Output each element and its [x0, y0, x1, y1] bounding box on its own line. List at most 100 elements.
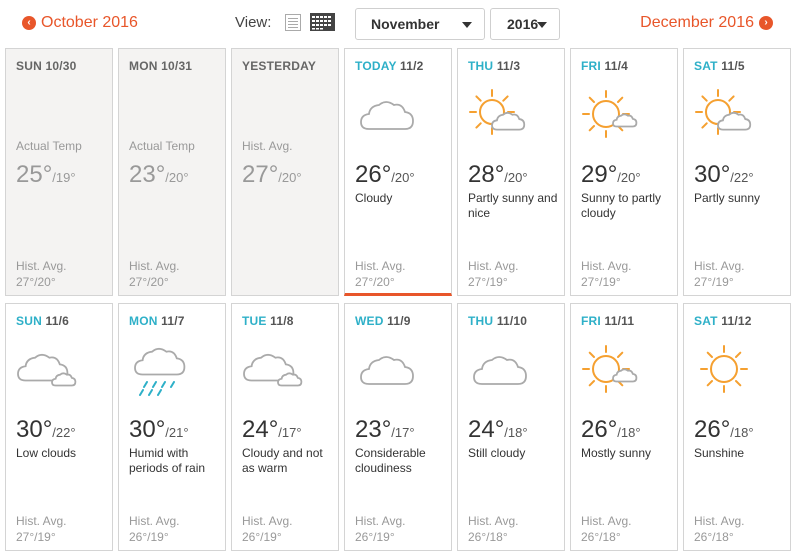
previous-month-link[interactable]: ‹ October 2016	[22, 14, 138, 32]
day-date: 11/3	[496, 59, 521, 73]
high-temp: 25°	[16, 161, 53, 188]
low-temp: /21°	[165, 425, 189, 440]
list-view-icon[interactable]	[285, 14, 301, 31]
low-temp: /20°	[278, 170, 302, 185]
hist-avg-value: 26°/18°	[694, 530, 734, 544]
day-card[interactable]: THU 11/3 28°/20° Partly sunny and nice Hist…	[457, 48, 565, 296]
day-date: 10/30	[45, 59, 77, 73]
day-card[interactable]: SAT 11/5 30°/22° Partly sunny Hist. Avg. 27°…	[683, 48, 791, 296]
condition-text: Sunshine	[694, 446, 745, 460]
previous-month-label: October 2016	[41, 14, 138, 31]
condition-text: Cloudy	[355, 191, 393, 205]
hist-avg-label: Hist. Avg.	[242, 514, 293, 528]
low-temp: /17°	[391, 425, 415, 440]
day-date: 11/8	[270, 314, 294, 328]
year-select[interactable]: 2016	[490, 8, 560, 40]
temperatures: 25°/19°	[16, 161, 76, 189]
hist-avg-label: Hist. Avg.	[581, 514, 632, 528]
hist-avg-label: Hist. Avg.	[129, 514, 180, 528]
condition-text: Still cloudy	[468, 446, 526, 460]
low-temp: /17°	[278, 425, 302, 440]
temperatures: 23°/17°	[355, 416, 415, 444]
cloud-icon	[360, 101, 414, 130]
condition-text: Partly sunny and nice	[468, 191, 558, 220]
day-card[interactable]: YESTERDAY Hist. Avg. 27°/20°	[231, 48, 339, 296]
condition-text: Sunny to partly cloudy	[581, 191, 662, 220]
day-card[interactable]: SUN 10/30 Actual Temp 25°/19° Hist. Avg. 27°…	[5, 48, 113, 296]
day-name: MON	[129, 314, 158, 328]
temperatures: 27°/20°	[242, 161, 302, 189]
day-card[interactable]: THU 11/10 24°/18° Still cloudy Hist. Avg. 26…	[457, 303, 565, 551]
cloud-icon	[473, 356, 527, 385]
day-label: THU 11/10	[468, 314, 527, 328]
low-temp: /18°	[504, 425, 528, 440]
day-card[interactable]: TUE 11/8 24°/17° Cloudy and not as warm His…	[231, 303, 339, 551]
day-name: THU	[468, 314, 494, 328]
day-name: THU	[468, 59, 494, 73]
high-temp: 24°	[468, 416, 505, 443]
hist-avg-label: Hist. Avg.	[355, 514, 406, 528]
day-card[interactable]: SAT 11/12 26°/18° Sunshine Hist. Avg. 26°/18…	[683, 303, 791, 551]
day-name: YESTERDAY	[242, 59, 317, 73]
hist-avg-label: Hist. Avg.	[16, 514, 67, 528]
day-card[interactable]: WED 11/9 23°/17° Considerable cloudiness Hi…	[344, 303, 452, 551]
clouds-icon	[17, 353, 77, 387]
calendar-view-icon[interactable]	[310, 13, 335, 31]
hist-avg-label: Hist. Avg.	[355, 259, 406, 273]
high-temp: 30°	[694, 161, 731, 188]
day-card[interactable]: FRI 11/11 26°/18° Mostly sunny Hist. Avg. 26…	[570, 303, 678, 551]
hist-avg-label: Hist. Avg.	[694, 514, 745, 528]
sun-cloud-icon	[469, 89, 526, 135]
temp-type-label: Hist. Avg.	[242, 139, 293, 153]
temperatures: 26°/18°	[581, 416, 641, 444]
day-label: SUN 11/6	[16, 314, 69, 328]
day-date: 10/31	[161, 59, 193, 73]
day-label: MON 10/31	[129, 59, 192, 73]
high-temp: 30°	[16, 416, 53, 443]
next-month-link[interactable]: December 2016 ›	[640, 14, 773, 32]
left-arrow-icon: ‹	[22, 16, 36, 30]
hist-avg-value: 27°/20°	[129, 275, 169, 289]
high-temp: 23°	[129, 161, 166, 188]
day-name: FRI	[581, 314, 601, 328]
low-temp: /22°	[52, 425, 76, 440]
hist-avg-label: Hist. Avg.	[468, 259, 519, 273]
day-date: 11/11	[604, 314, 635, 328]
day-name: SUN	[16, 314, 42, 328]
hist-avg-label: Hist. Avg.	[581, 259, 632, 273]
temperatures: 23°/20°	[129, 161, 189, 189]
temperatures: 29°/20°	[581, 161, 641, 189]
hist-avg-value: 27°/20°	[16, 275, 56, 289]
day-card[interactable]: MON 11/7 30°/21° Humid with periods of rai…	[118, 303, 226, 551]
temperatures: 26°/18°	[694, 416, 754, 444]
high-temp: 26°	[355, 161, 392, 188]
temperatures: 26°/20°	[355, 161, 415, 189]
hist-avg-value: 26°/19°	[355, 530, 395, 544]
condition-text: Mostly sunny	[581, 446, 652, 460]
day-date: 11/6	[45, 314, 69, 328]
hist-avg-value: 26°/18°	[468, 530, 508, 544]
day-card[interactable]: TODAY 11/2 26°/20° Cloudy Hist. Avg. 27°/20°	[344, 48, 452, 296]
day-label: WED 11/9	[355, 314, 411, 328]
condition-text: Cloudy and not as warm	[242, 446, 323, 475]
day-label: SAT 11/5	[694, 59, 745, 73]
day-label: THU 11/3	[468, 59, 520, 73]
day-name: MON	[129, 59, 158, 73]
low-temp: /20°	[391, 170, 415, 185]
day-card[interactable]: SUN 11/6 30°/22° Low clouds Hist. Avg. 27°/1…	[5, 303, 113, 551]
hist-avg-value: 27°/19°	[694, 275, 734, 289]
day-name: TUE	[242, 314, 267, 328]
day-name: TODAY	[355, 59, 397, 73]
day-date: 11/4	[604, 59, 628, 73]
day-date: 11/7	[161, 314, 185, 328]
day-card[interactable]: FRI 11/4 29°/20° Sunny to partly cloudy His…	[570, 48, 678, 296]
high-temp: 28°	[468, 161, 505, 188]
day-name: SAT	[694, 314, 718, 328]
temperatures: 30°/22°	[694, 161, 754, 189]
sun-cloud-icon	[695, 89, 752, 135]
chevron-down-icon	[462, 22, 472, 28]
low-temp: /18°	[730, 425, 754, 440]
month-select[interactable]: November	[355, 8, 485, 40]
day-label: TODAY 11/2	[355, 59, 424, 73]
day-card[interactable]: MON 10/31 Actual Temp 23°/20° Hist. Avg. 27°…	[118, 48, 226, 296]
